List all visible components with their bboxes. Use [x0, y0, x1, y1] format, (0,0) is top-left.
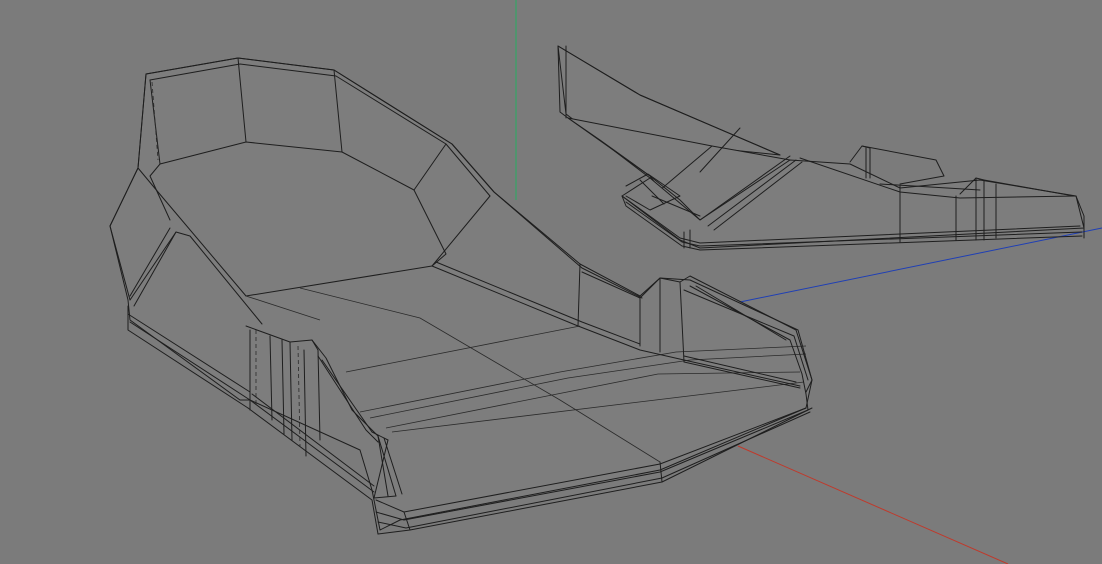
3d-viewport[interactable]: [0, 0, 1102, 564]
small-tray-model[interactable]: [557, 45, 1085, 251]
x-axis-line: [737, 445, 1009, 564]
viewport-canvas[interactable]: [0, 0, 1102, 564]
